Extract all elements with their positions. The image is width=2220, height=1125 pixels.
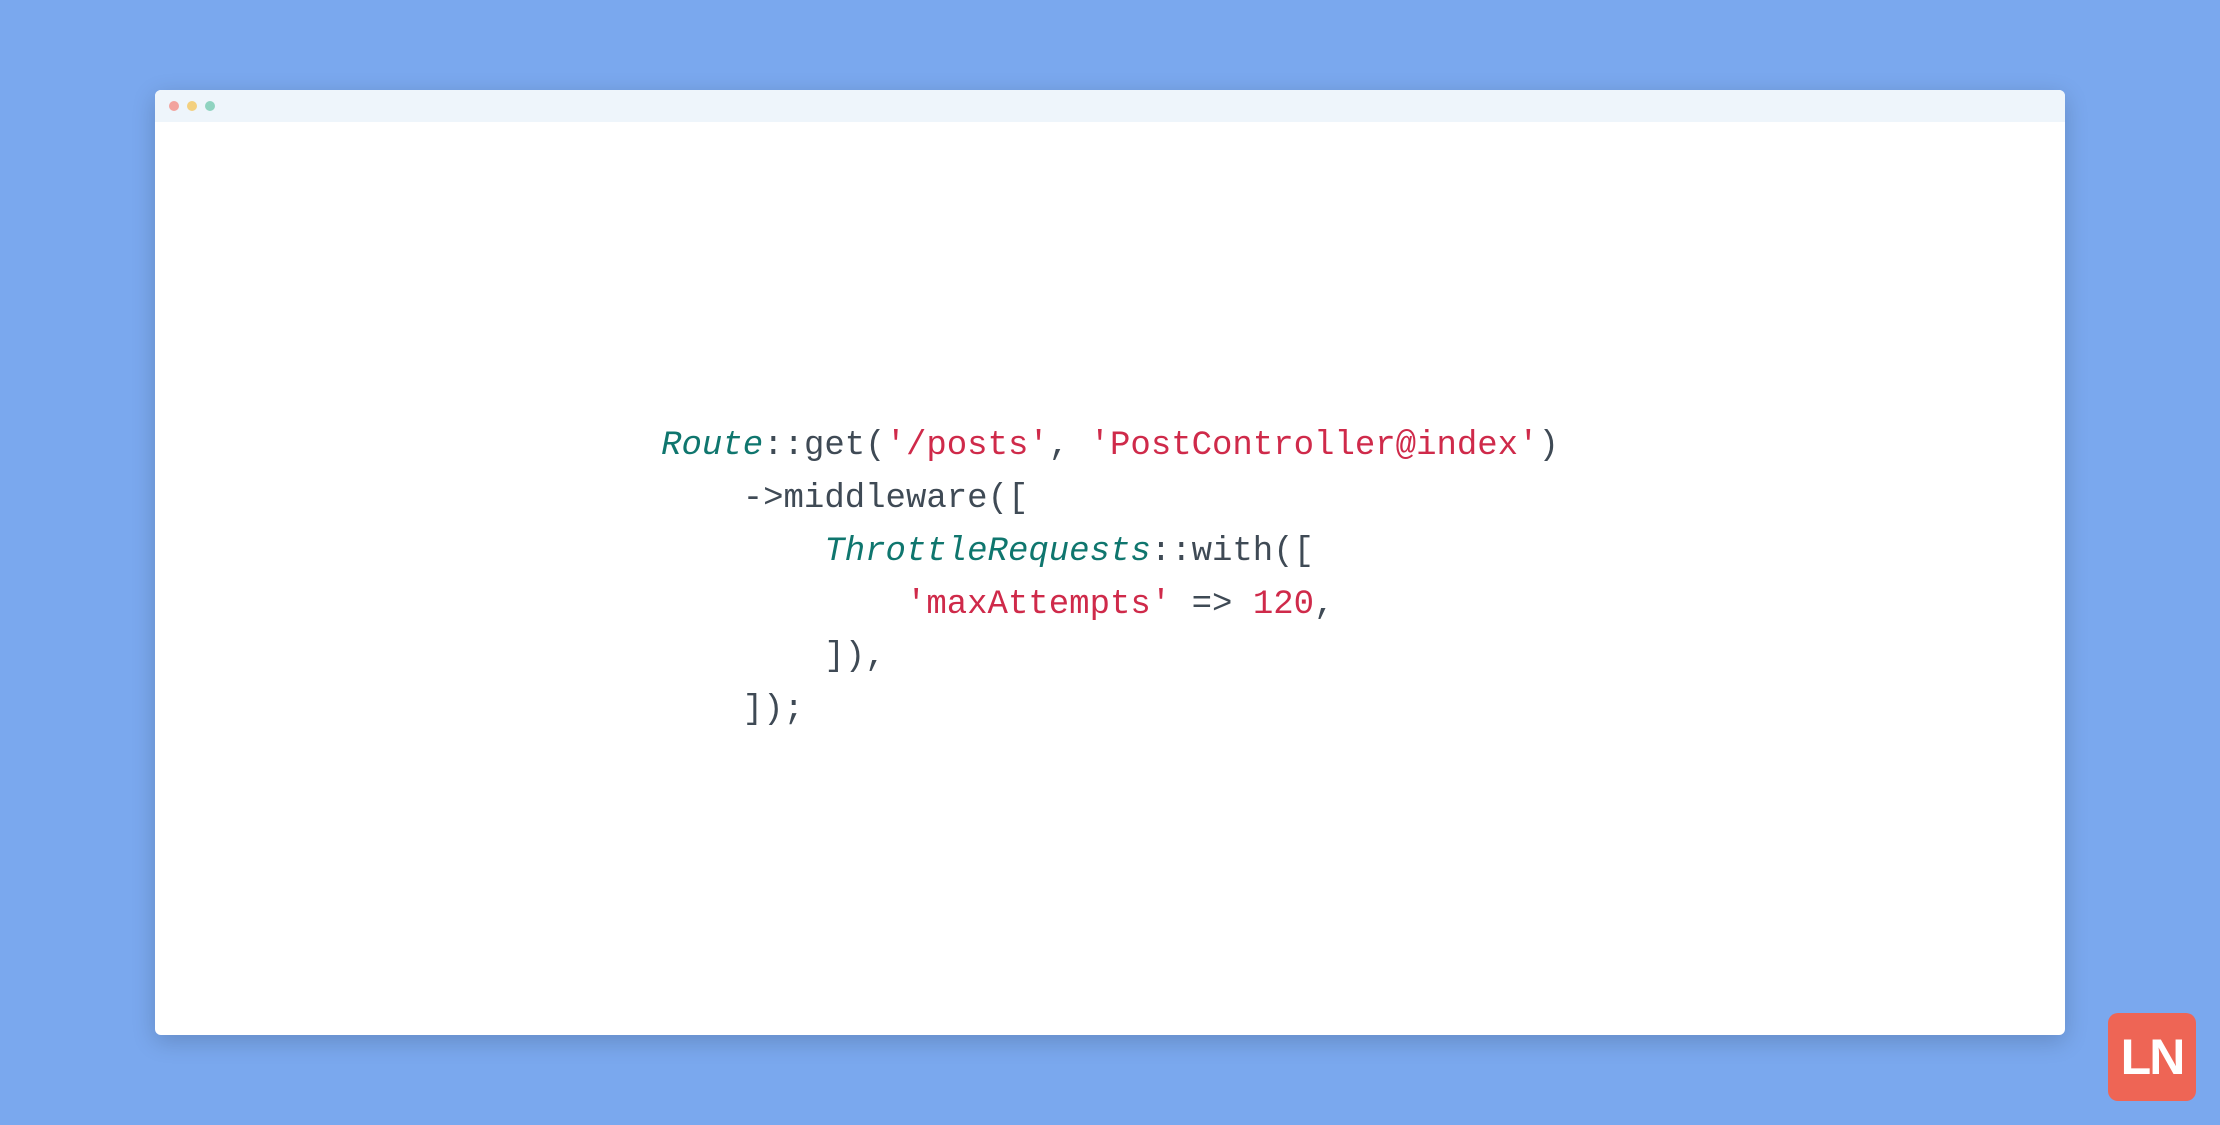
code-string: 'PostController@index' [1090,427,1539,465]
code-class: Route [661,427,763,465]
code-method: middleware [784,480,988,518]
code-paren: ([ [988,480,1029,518]
brand-logo: LN [2108,1013,2196,1101]
code-number: 120 [1253,586,1314,624]
code-class: ThrottleRequests [824,533,1150,571]
code-array-key: 'maxAttempts' [906,586,1171,624]
window-titlebar [155,90,2064,122]
code-indent [661,691,743,729]
close-icon[interactable] [169,101,179,111]
code-block: Route::get('/posts', 'PostController@ind… [661,420,1559,736]
code-string: '/posts' [886,427,1049,465]
code-paren: ]), [824,638,885,676]
minimize-icon[interactable] [187,101,197,111]
code-comma: , [1314,586,1334,624]
code-method: with [1192,533,1274,571]
code-indent [661,533,824,571]
code-paren: ( [865,427,885,465]
code-indent [661,586,906,624]
code-arrow: => [1171,586,1253,624]
code-paren: ([ [1273,533,1314,571]
code-method: get [804,427,865,465]
code-separator: :: [763,427,804,465]
code-indent [661,638,824,676]
code-indent [661,480,743,518]
code-paren: ]); [743,691,804,729]
maximize-icon[interactable] [205,101,215,111]
brand-logo-text: LN [2121,1028,2184,1086]
code-comma: , [1049,427,1090,465]
code-arrow: -> [743,480,784,518]
code-separator: :: [1151,533,1192,571]
code-content: Route::get('/posts', 'PostController@ind… [155,122,2064,1035]
code-paren: ) [1538,427,1558,465]
code-window: Route::get('/posts', 'PostController@ind… [155,90,2064,1035]
